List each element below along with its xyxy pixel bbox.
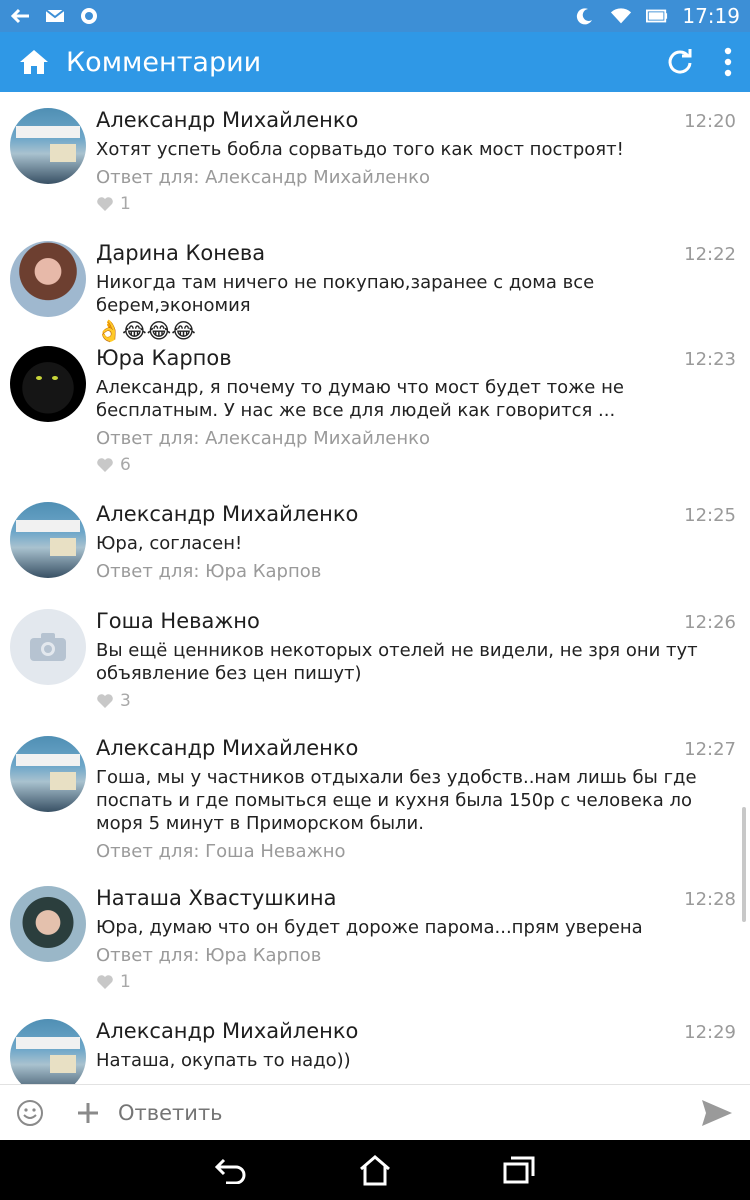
emoji-icon[interactable] [16, 1099, 44, 1127]
heart-icon [97, 694, 113, 708]
author-name[interactable]: Александр Михайленко [96, 502, 358, 526]
comment-item[interactable]: Александр Михайленко 12:27 Гоша, мы у ча… [0, 720, 750, 870]
comment-time: 12:23 [684, 349, 736, 370]
like-button[interactable]: 1 [96, 194, 736, 214]
comment-text: Вы ещё ценников некоторых отелей не виде… [96, 640, 698, 684]
comment-item[interactable]: Дарина Конева 12:22 Никогда там ничего н… [0, 225, 750, 343]
author-name[interactable]: Гоша Неважно [96, 609, 260, 633]
attach-plus-icon[interactable] [76, 1101, 100, 1125]
like-count: 3 [120, 691, 131, 711]
comment-time: 12:20 [684, 111, 736, 132]
comment-time: 12:26 [684, 612, 736, 633]
like-count: 6 [120, 455, 131, 475]
comment-time: 12:28 [684, 889, 736, 910]
nav-home-icon[interactable] [358, 1154, 392, 1186]
comment-text: Юра, согласен! [96, 533, 243, 554]
back-arrow-icon [10, 7, 32, 25]
avatar[interactable] [10, 736, 86, 812]
avatar[interactable] [10, 886, 86, 962]
comment-item[interactable]: Александр Михайленко 12:25 Юра, согласен… [0, 486, 750, 593]
battery-icon [646, 7, 668, 25]
camera-icon [30, 633, 66, 661]
send-icon[interactable] [700, 1098, 734, 1128]
reply-input[interactable] [118, 1100, 700, 1125]
system-nav-bar [0, 1140, 750, 1200]
app-bar: Комментарии [0, 32, 750, 92]
like-count: 1 [120, 194, 131, 214]
heart-icon [97, 975, 113, 989]
comment-time: 12:29 [684, 1022, 736, 1043]
author-name[interactable]: Юра Карпов [96, 346, 232, 370]
comment-item[interactable]: Гоша Неважно 12:26 Вы ещё ценников некот… [0, 593, 750, 720]
reply-bar [0, 1084, 750, 1140]
comment-time: 12:25 [684, 505, 736, 526]
comment-item[interactable]: Александр Михайленко 12:20 Хотят успеть … [0, 92, 750, 225]
comment-item[interactable]: Наташа Хвастушкина 12:28 Юра, думаю что … [0, 870, 750, 1003]
comment-text: Наташа, окупать то надо)) [96, 1050, 351, 1071]
like-button[interactable]: 3 [96, 691, 736, 711]
comment-text: Юра, думаю что он будет дороже парома...… [96, 917, 643, 938]
reply-to[interactable]: Ответ для: Гоша Неважно [96, 841, 736, 862]
moon-icon [574, 7, 596, 25]
author-name[interactable]: Дарина Конева [96, 241, 265, 265]
comment-text: Гоша, мы у частников отдыхали без удобст… [96, 767, 697, 834]
like-count: 1 [120, 972, 131, 992]
author-name[interactable]: Александр Михайленко [96, 108, 358, 132]
comment-item[interactable]: Юра Карпов 12:23 Александр, я почему то … [0, 330, 750, 486]
avatar[interactable] [10, 502, 86, 578]
reply-to[interactable]: Ответ для: Юра Карпов [96, 945, 736, 966]
status-bar: 17:19 [0, 0, 750, 32]
wifi-icon [610, 7, 632, 25]
heart-icon [97, 197, 113, 211]
nav-recents-icon[interactable] [502, 1155, 536, 1185]
comment-item[interactable]: Александр Михайленко 12:29 Наташа, окупа… [0, 1003, 750, 1084]
comment-time: 12:22 [684, 244, 736, 265]
comment-text: Хотят успеть бобла сорватьдо того как мо… [96, 139, 624, 160]
nav-back-icon[interactable] [214, 1156, 248, 1184]
avatar[interactable] [10, 1019, 86, 1084]
avatar[interactable] [10, 609, 86, 685]
comment-time: 12:27 [684, 739, 736, 760]
clock: 17:19 [682, 4, 740, 28]
avatar[interactable] [10, 108, 86, 184]
heart-icon [97, 458, 113, 472]
home-icon[interactable] [18, 48, 50, 76]
like-button[interactable]: 1 [96, 972, 736, 992]
comment-text: Александр, я почему то думаю что мост бу… [96, 377, 624, 421]
more-menu-icon[interactable] [724, 47, 732, 77]
refresh-icon[interactable] [666, 48, 694, 76]
author-name[interactable]: Александр Михайленко [96, 1019, 358, 1043]
comment-text: Никогда там ничего не покупаю,заранее с … [96, 272, 595, 316]
reply-to[interactable]: Ответ для: Юра Карпов [96, 561, 736, 582]
author-name[interactable]: Александр Михайленко [96, 736, 358, 760]
avatar[interactable] [10, 346, 86, 422]
page-title: Комментарии [66, 46, 262, 78]
scrollbar[interactable] [742, 807, 746, 922]
reply-to[interactable]: Ответ для: Александр Михайленко [96, 167, 736, 188]
avatar[interactable] [10, 241, 86, 317]
mail-icon [44, 7, 66, 25]
like-button[interactable]: 6 [96, 455, 736, 475]
vk-app-icon [78, 7, 100, 25]
comment-list[interactable]: Александр Михайленко 12:20 Хотят успеть … [0, 92, 750, 1084]
reply-to[interactable]: Ответ для: Александр Михайленко [96, 428, 736, 449]
author-name[interactable]: Наташа Хвастушкина [96, 886, 337, 910]
